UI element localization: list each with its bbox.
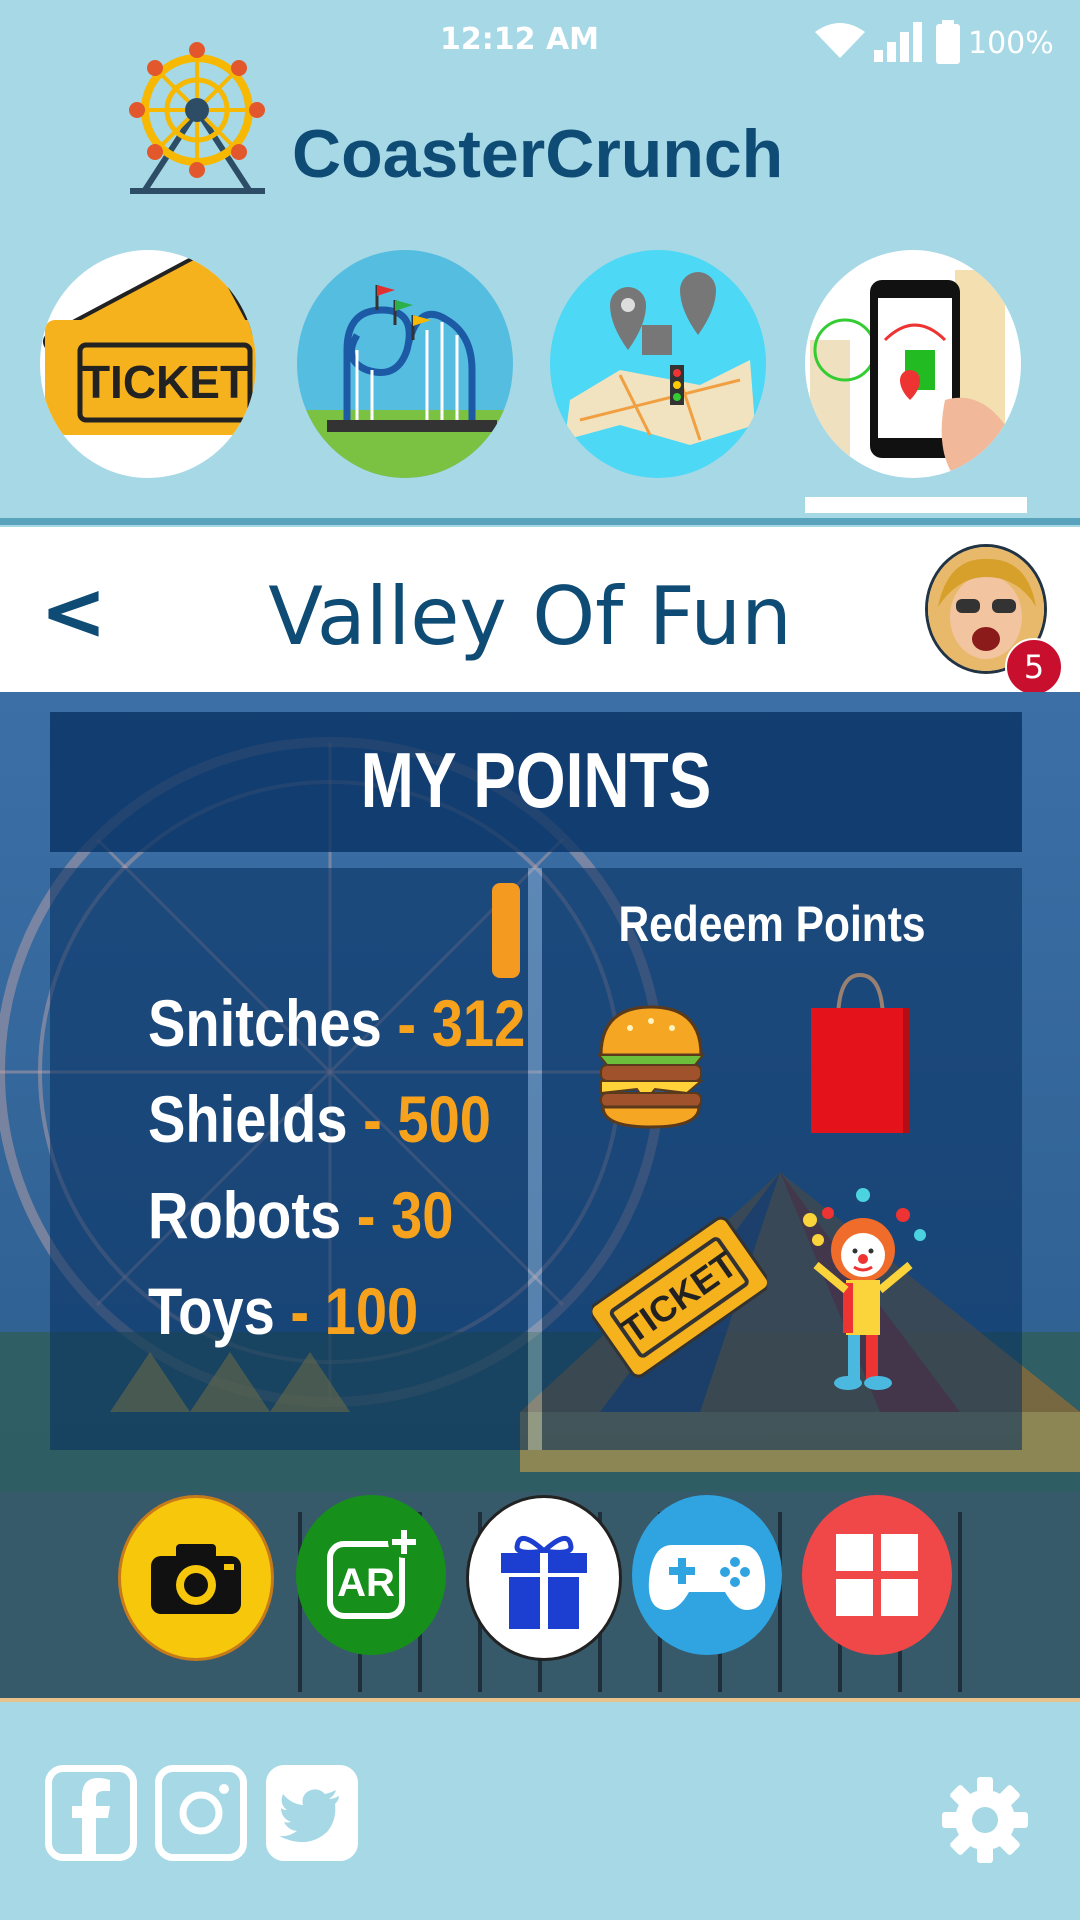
camera-button[interactable] bbox=[118, 1495, 274, 1661]
shopping-bag-icon[interactable] bbox=[808, 970, 913, 1135]
app-title: CoasterCrunch bbox=[292, 116, 784, 192]
active-nav-indicator bbox=[805, 497, 1027, 513]
signal-icon bbox=[874, 22, 922, 62]
clown-icon[interactable] bbox=[798, 1185, 928, 1395]
gift-icon bbox=[501, 1536, 587, 1629]
redeem-title: Redeem Points bbox=[618, 896, 926, 952]
facebook-icon[interactable] bbox=[45, 1765, 137, 1861]
twitter-icon[interactable] bbox=[266, 1765, 358, 1861]
ar-plus-icon: AR bbox=[327, 1526, 420, 1619]
gear-icon bbox=[942, 1777, 1028, 1863]
scene-bottom-edge bbox=[0, 1698, 1080, 1702]
settings-button[interactable] bbox=[940, 1775, 1030, 1865]
header-divider bbox=[0, 518, 1080, 525]
wifi-icon bbox=[815, 23, 865, 58]
roller-coaster-icon bbox=[297, 285, 513, 478]
games-button[interactable] bbox=[632, 1495, 782, 1655]
points-heading: MY POINTS bbox=[360, 736, 712, 824]
camera-icon bbox=[151, 1544, 241, 1614]
ar-label: AR bbox=[337, 1561, 395, 1605]
menu-grid-button[interactable] bbox=[802, 1495, 952, 1655]
ferris-wheel-logo bbox=[125, 30, 270, 200]
ticket-icon: TICKET bbox=[42, 250, 256, 435]
battery-percent: 100% bbox=[968, 26, 1054, 61]
map-icon bbox=[565, 272, 755, 445]
nav-rides-button[interactable] bbox=[297, 250, 513, 478]
grid-icon bbox=[836, 1534, 918, 1616]
points-item: Snitches - 312 bbox=[148, 986, 526, 1060]
gamepad-icon bbox=[648, 1545, 766, 1610]
phone-map-icon bbox=[810, 270, 1005, 478]
points-scrollbar[interactable] bbox=[492, 883, 520, 978]
points-item: Shields - 500 bbox=[148, 1082, 492, 1156]
ar-button[interactable]: AR bbox=[296, 1495, 446, 1655]
points-list: Snitches - 312 Shields - 500 Robots - 30… bbox=[148, 975, 592, 1359]
nav-map-button[interactable] bbox=[550, 250, 766, 478]
ticket-label: TICKET bbox=[82, 356, 248, 408]
battery-icon bbox=[936, 20, 960, 64]
status-time: 12:12 AM bbox=[440, 22, 600, 57]
redeem-ticket-icon[interactable]: TICKET bbox=[589, 1210, 771, 1385]
nav-ar-map-button[interactable] bbox=[805, 250, 1021, 478]
points-item: Toys - 100 bbox=[148, 1274, 419, 1348]
status-icons: 100% bbox=[810, 20, 1060, 70]
notification-badge[interactable]: 5 bbox=[1005, 638, 1063, 696]
instagram-icon[interactable] bbox=[155, 1765, 247, 1861]
gift-button[interactable] bbox=[466, 1495, 622, 1661]
burger-icon[interactable] bbox=[595, 1003, 707, 1133]
nav-tickets-button[interactable]: TICKET bbox=[40, 250, 256, 478]
page-title: Valley Of Fun bbox=[268, 570, 792, 663]
points-item: Robots - 30 bbox=[148, 1178, 454, 1252]
